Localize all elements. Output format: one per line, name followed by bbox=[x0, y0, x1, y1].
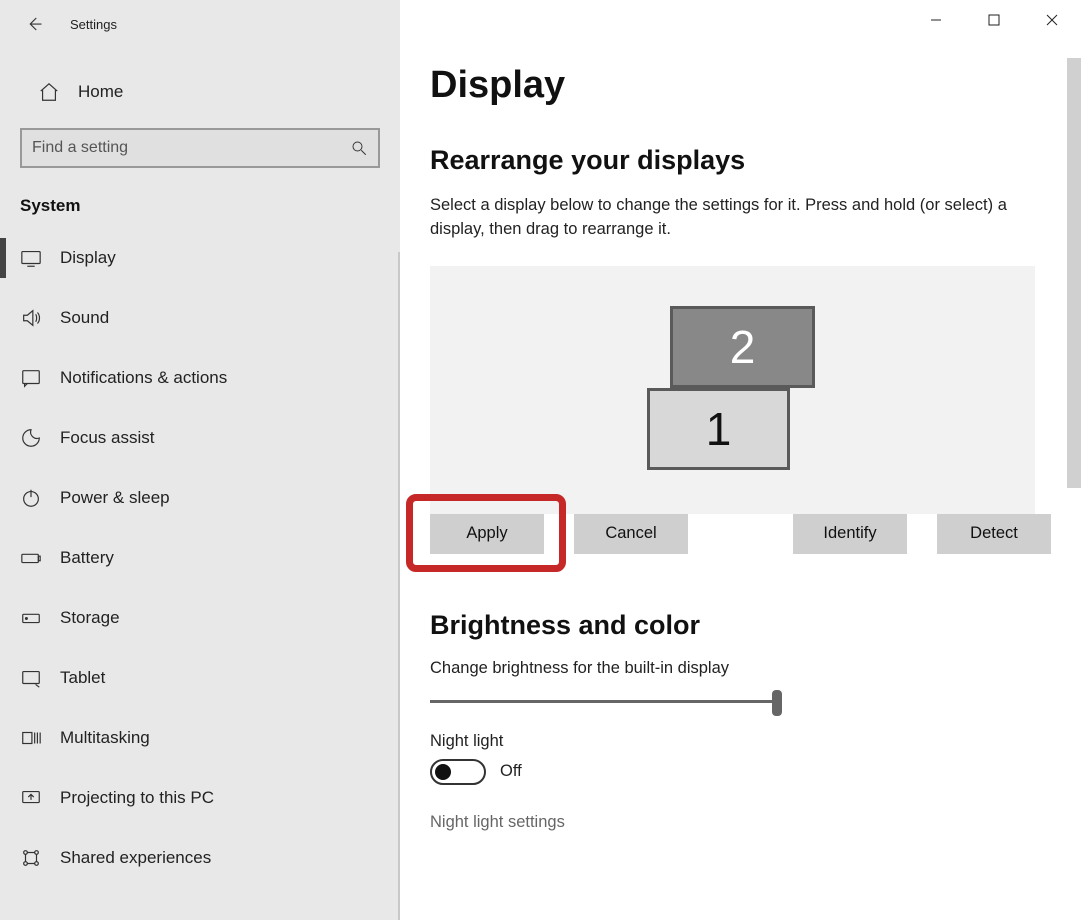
nav-label: Shared experiences bbox=[60, 848, 211, 868]
nav-focus-assist[interactable]: Focus assist bbox=[0, 408, 400, 468]
detect-button[interactable]: Detect bbox=[937, 514, 1051, 554]
nightlight-state: Off bbox=[500, 762, 522, 781]
window-title: Settings bbox=[70, 17, 117, 32]
notifications-icon bbox=[20, 367, 42, 389]
shared-icon bbox=[20, 847, 42, 869]
minimize-button[interactable] bbox=[907, 0, 965, 40]
nav-label: Battery bbox=[60, 548, 114, 568]
category-title: System bbox=[0, 168, 400, 228]
identify-button[interactable]: Identify bbox=[793, 514, 907, 554]
scrollbar[interactable] bbox=[1067, 58, 1081, 488]
back-button[interactable] bbox=[18, 8, 50, 40]
home-label: Home bbox=[78, 82, 123, 102]
rearrange-heading: Rearrange your displays bbox=[430, 145, 1051, 176]
rearrange-description: Select a display below to change the set… bbox=[430, 194, 1040, 242]
nav-storage[interactable]: Storage bbox=[0, 588, 400, 648]
close-button[interactable] bbox=[1023, 0, 1081, 40]
cancel-button[interactable]: Cancel bbox=[574, 514, 688, 554]
search-icon bbox=[350, 139, 368, 157]
nav-label: Tablet bbox=[60, 668, 105, 688]
nav-label: Power & sleep bbox=[60, 488, 170, 508]
nav-label: Focus assist bbox=[60, 428, 154, 448]
power-icon bbox=[20, 487, 42, 509]
multitasking-icon bbox=[20, 727, 42, 749]
focus-assist-icon bbox=[20, 427, 42, 449]
nav-battery[interactable]: Battery bbox=[0, 528, 400, 588]
nav-sound[interactable]: Sound bbox=[0, 288, 400, 348]
nav-shared-experiences[interactable]: Shared experiences bbox=[0, 828, 400, 888]
nightlight-toggle[interactable] bbox=[430, 759, 486, 785]
storage-icon bbox=[20, 607, 42, 629]
nav-power-sleep[interactable]: Power & sleep bbox=[0, 468, 400, 528]
arrow-left-icon bbox=[25, 15, 43, 33]
nav-label: Sound bbox=[60, 308, 109, 328]
nav-label: Notifications & actions bbox=[60, 368, 227, 388]
brightness-slider[interactable] bbox=[430, 688, 782, 716]
nav-multitasking[interactable]: Multitasking bbox=[0, 708, 400, 768]
home-icon bbox=[38, 81, 60, 103]
monitor-1[interactable]: 1 bbox=[647, 388, 790, 470]
tablet-icon bbox=[20, 667, 42, 689]
projecting-icon bbox=[20, 787, 42, 809]
nightlight-label: Night light bbox=[430, 732, 1051, 751]
nav-label: Storage bbox=[60, 608, 120, 628]
nav-label: Projecting to this PC bbox=[60, 788, 214, 808]
nav-tablet[interactable]: Tablet bbox=[0, 648, 400, 708]
maximize-button[interactable] bbox=[965, 0, 1023, 40]
content-area: Display Rearrange your displays Select a… bbox=[400, 0, 1081, 920]
nav-label: Multitasking bbox=[60, 728, 150, 748]
sidebar: Settings Home System Display bbox=[0, 0, 400, 920]
display-icon bbox=[20, 247, 42, 269]
nav-display[interactable]: Display bbox=[0, 228, 400, 288]
brightness-heading: Brightness and color bbox=[430, 610, 1051, 641]
search-box[interactable] bbox=[20, 128, 380, 168]
page-title: Display bbox=[430, 64, 1051, 107]
battery-icon bbox=[20, 547, 42, 569]
slider-track bbox=[430, 700, 782, 703]
apply-button[interactable]: Apply bbox=[430, 514, 544, 554]
slider-thumb[interactable] bbox=[772, 690, 782, 716]
nav-projecting[interactable]: Projecting to this PC bbox=[0, 768, 400, 828]
nav-notifications[interactable]: Notifications & actions bbox=[0, 348, 400, 408]
sound-icon bbox=[20, 307, 42, 329]
home-nav[interactable]: Home bbox=[0, 66, 400, 118]
toggle-knob bbox=[435, 764, 451, 780]
monitor-2[interactable]: 2 bbox=[670, 306, 815, 388]
titlebar bbox=[907, 0, 1081, 40]
nightlight-settings-link[interactable]: Night light settings bbox=[430, 813, 1051, 832]
nav-list: Display Sound Notifications & actions Fo… bbox=[0, 228, 400, 888]
display-arrangement-area[interactable]: 2 1 bbox=[430, 266, 1035, 514]
search-input[interactable] bbox=[32, 139, 350, 157]
brightness-slider-label: Change brightness for the built-in displ… bbox=[430, 659, 1051, 678]
nav-label: Display bbox=[60, 248, 116, 268]
